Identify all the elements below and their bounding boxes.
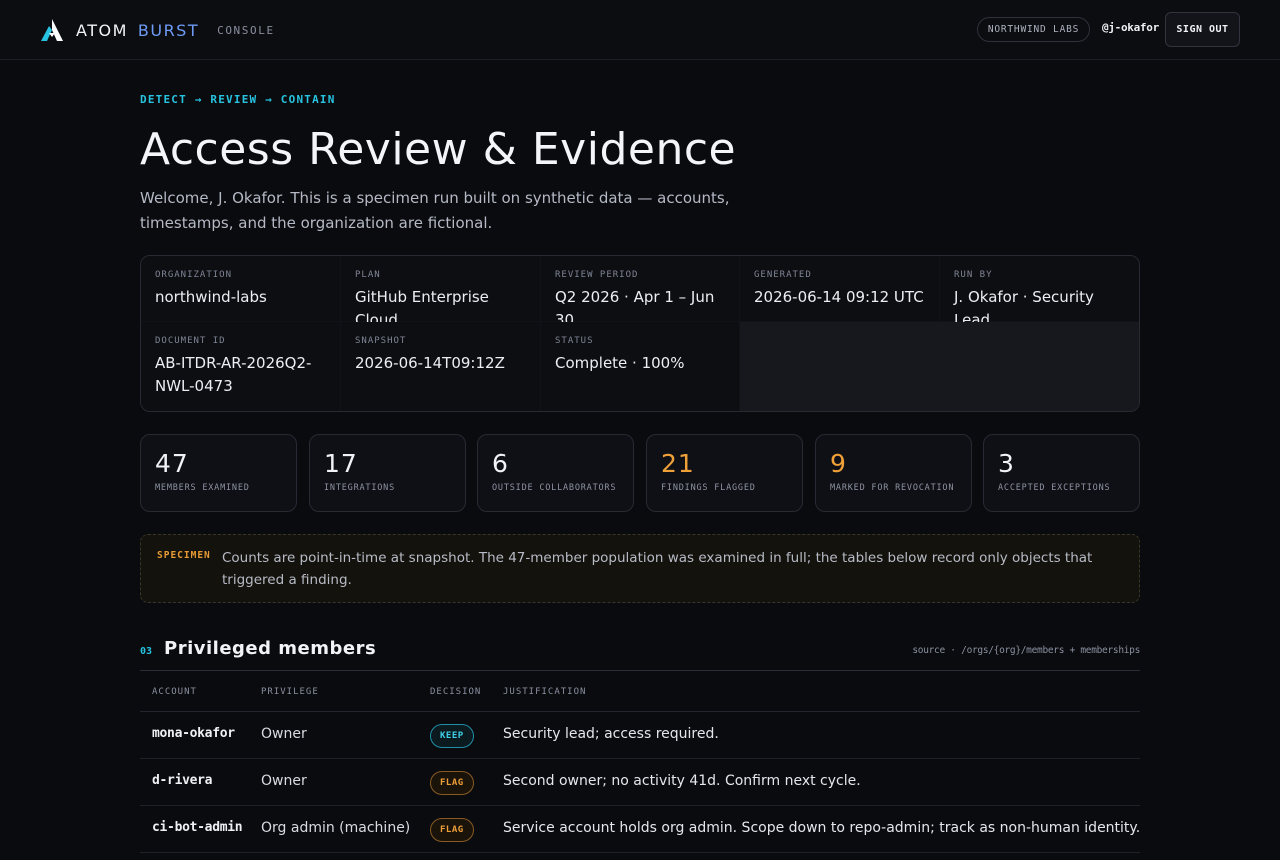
console-label: CONSOLE (217, 23, 275, 37)
intro-text: Welcome, J. Okafor. This is a specimen r… (140, 189, 730, 232)
atom-burst-logo-icon (41, 19, 63, 41)
meta-organization: ORGANIZATION northwind-labs (141, 256, 340, 321)
column-header-decision[interactable]: DECISION (430, 687, 481, 697)
stat-integrations: 17 INTEGRATIONS (309, 434, 466, 512)
user-handle[interactable]: @j-okafor (1102, 21, 1159, 34)
stat-value: 3 (998, 449, 1015, 478)
privilege-cell: Org admin (machine) (261, 820, 411, 836)
stat-caption: MEMBERS EXAMINED (155, 483, 250, 493)
stat-value: 6 (492, 449, 509, 478)
stat-value: 9 (830, 449, 847, 478)
account-cell[interactable]: d-rivera (152, 773, 213, 788)
meta-generated: GENERATED 2026-06-14 09:12 UTC (740, 256, 939, 321)
meta-value: AB-ITDR-AR-2026Q2-NWL-0473 (155, 354, 312, 395)
decision-badge-flag[interactable]: FLAG (430, 771, 474, 795)
section-source: source · /orgs/{org}/members + membershi… (912, 645, 1140, 656)
report-metadata-grid: ORGANIZATION northwind-labs PLAN GitHub … (140, 255, 1140, 412)
justification-cell: Service account holds org admin. Scope d… (503, 820, 1141, 836)
stat-caption: MARKED FOR REVOCATION (830, 483, 955, 493)
meta-label: SNAPSHOT (355, 336, 407, 346)
meta-label: PLAN (355, 270, 381, 280)
specimen-note: SPECIMEN Counts are point-in-time at sna… (140, 534, 1140, 603)
meta-value: 2026-06-14 09:12 UTC (754, 288, 924, 306)
account-cell[interactable]: ci-bot-admin (152, 820, 243, 835)
meta-snapshot: SNAPSHOT 2026-06-14T09:12Z (341, 322, 540, 411)
workflow-eyebrow: DETECT → REVIEW → CONTAIN (140, 93, 336, 106)
sign-out-button[interactable]: SIGN OUT (1165, 12, 1240, 47)
brand[interactable]: ATOM BURST CONSOLE (40, 18, 275, 42)
meta-label: STATUS (555, 336, 594, 346)
section-title: Privileged members (164, 638, 377, 659)
brand-name-burst: BURST (137, 20, 200, 40)
privilege-cell: Owner (261, 773, 307, 789)
stat-value: 21 (661, 449, 695, 478)
meta-label: ORGANIZATION (155, 270, 233, 280)
meta-document-id: DOCUMENT ID AB-ITDR-AR-2026Q2-NWL-0473 (141, 322, 340, 411)
justification-cell: Security lead; access required. (503, 726, 719, 742)
specimen-tag: SPECIMEN (157, 550, 211, 561)
column-header-privilege[interactable]: PRIVILEGE (261, 687, 319, 697)
section-number: 03 (140, 646, 153, 657)
account-cell[interactable]: mona-okafor (152, 726, 235, 741)
meta-label: REVIEW PERIOD (555, 270, 639, 280)
decision-badge-keep[interactable]: KEEP (430, 724, 474, 748)
table-row[interactable]: d-rivera Owner FLAG Second owner; no act… (140, 759, 1140, 806)
decision-badge-flag[interactable]: FLAG (430, 818, 474, 842)
meta-value: Complete · 100% (555, 354, 685, 372)
meta-value: northwind-labs (155, 288, 267, 306)
table-row[interactable]: ci-bot-admin Org admin (machine) FLAG Se… (140, 806, 1140, 853)
justification-cell: Second owner; no activity 41d. Confirm n… (503, 773, 861, 789)
stat-caption: FINDINGS FLAGGED (661, 483, 756, 493)
brand-name-atom: ATOM (76, 20, 128, 40)
meta-run-by: RUN BY J. Okafor · Security Lead (940, 256, 1139, 329)
table-row[interactable]: mona-okafor Owner KEEP Security lead; ac… (140, 712, 1140, 759)
stat-caption: INTEGRATIONS (324, 483, 396, 493)
org-switcher-pill[interactable]: NORTHWIND LABS (977, 17, 1090, 42)
privilege-cell: Owner (261, 726, 307, 742)
stat-value: 47 (155, 449, 189, 478)
column-header-account[interactable]: ACCOUNT (152, 687, 197, 697)
top-bar: ATOM BURST CONSOLE NORTHWIND LABS @j-oka… (0, 0, 1280, 60)
meta-plan: PLAN GitHub Enterprise Cloud (341, 256, 540, 329)
stat-caption: OUTSIDE COLLABORATORS (492, 483, 617, 493)
specimen-note-text: Counts are point-in-time at snapshot. Th… (222, 550, 1093, 588)
stat-findings-flagged: 21 FINDINGS FLAGGED (646, 434, 803, 512)
stat-members-examined: 47 MEMBERS EXAMINED (140, 434, 297, 512)
stat-accepted-exceptions: 3 ACCEPTED EXCEPTIONS (983, 434, 1140, 512)
stat-marked-for-revocation: 9 MARKED FOR REVOCATION (815, 434, 972, 512)
stat-caption: ACCEPTED EXCEPTIONS (998, 483, 1111, 493)
table-header: ACCOUNT PRIVILEGE DECISION JUSTIFICATION (140, 671, 1140, 712)
meta-value: 2026-06-14T09:12Z (355, 354, 505, 372)
meta-empty-cell (740, 322, 1139, 411)
stat-outside-collaborators: 6 OUTSIDE COLLABORATORS (477, 434, 634, 512)
page-title: Access Review & Evidence (140, 124, 737, 175)
meta-label: RUN BY (954, 270, 993, 280)
meta-label: DOCUMENT ID (155, 336, 226, 346)
meta-review-period: REVIEW PERIOD Q2 2026 · Apr 1 – Jun 30 (541, 256, 739, 329)
meta-status: STATUS Complete · 100% (541, 322, 739, 411)
stat-value: 17 (324, 449, 358, 478)
column-header-justification[interactable]: JUSTIFICATION (503, 687, 586, 697)
meta-label: GENERATED (754, 270, 812, 280)
